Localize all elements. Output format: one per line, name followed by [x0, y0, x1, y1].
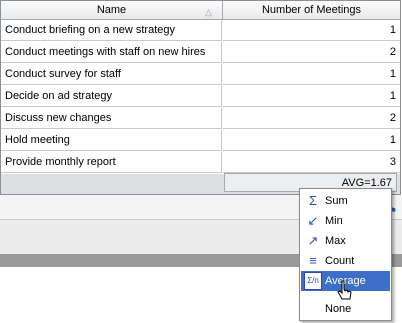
table-row[interactable]: Provide monthly report 3 — [1, 152, 400, 174]
sort-triangle-icon: △ — [205, 7, 212, 17]
table-row[interactable]: Discuss new changes 2 — [1, 108, 400, 130]
cell-name[interactable]: Conduct survey for staff — [1, 64, 222, 85]
cell-value[interactable]: 1 — [223, 64, 400, 85]
average-icon: Σ/n — [304, 272, 322, 290]
cell-value[interactable]: 2 — [223, 42, 400, 63]
cell-value[interactable]: 2 — [223, 108, 400, 129]
cell-name[interactable]: Provide monthly report — [1, 152, 222, 173]
column-header-name-label: Name — [96, 4, 127, 16]
count-icon: ≡ — [309, 253, 317, 268]
cell-value[interactable]: 1 — [223, 130, 400, 151]
cell-name[interactable]: Conduct briefing on a new strategy — [1, 20, 222, 41]
cell-name[interactable]: Decide on ad strategy — [1, 86, 222, 107]
table-row[interactable]: Hold meeting 1 — [1, 130, 400, 152]
grid-header: Name △ Number of Meetings — [1, 1, 400, 20]
max-icon: ↗ — [307, 233, 319, 248]
menu-item-max[interactable]: ↗ Max — [301, 231, 390, 251]
sigma-icon: Σ — [308, 193, 318, 208]
column-header-name[interactable]: Name △ — [1, 1, 223, 19]
menu-item-label: Count — [325, 255, 355, 267]
menu-item-min[interactable]: ↙ Min — [301, 211, 390, 231]
menu-item-label: Sum — [325, 195, 348, 207]
cell-value[interactable]: 1 — [223, 86, 400, 107]
table-row[interactable]: Conduct meetings with staff on new hires… — [1, 42, 400, 64]
menu-item-count[interactable]: ≡ Count — [301, 251, 390, 271]
menu-item-sum[interactable]: Σ Sum — [301, 191, 390, 211]
table-row[interactable]: Conduct survey for staff 1 — [1, 64, 400, 86]
cell-name[interactable]: Conduct meetings with staff on new hires — [1, 42, 222, 63]
mouse-pointer-icon — [337, 280, 352, 300]
cell-value[interactable]: 1 — [223, 20, 400, 41]
table-row[interactable]: Decide on ad strategy 1 — [1, 86, 400, 108]
table-row[interactable]: Conduct briefing on a new strategy 1 — [1, 20, 400, 42]
menu-item-label: Max — [325, 235, 346, 247]
cell-value[interactable]: 3 — [223, 152, 400, 173]
column-header-meetings-label: Number of Meetings — [261, 4, 362, 16]
column-header-meetings[interactable]: Number of Meetings — [223, 1, 400, 19]
menu-item-label: Min — [325, 215, 343, 227]
cell-name[interactable]: Hold meeting — [1, 130, 222, 151]
min-icon: ↙ — [307, 213, 319, 228]
data-grid: Name △ Number of Meetings Conduct briefi… — [0, 0, 401, 195]
cell-name[interactable]: Discuss new changes — [1, 108, 222, 129]
